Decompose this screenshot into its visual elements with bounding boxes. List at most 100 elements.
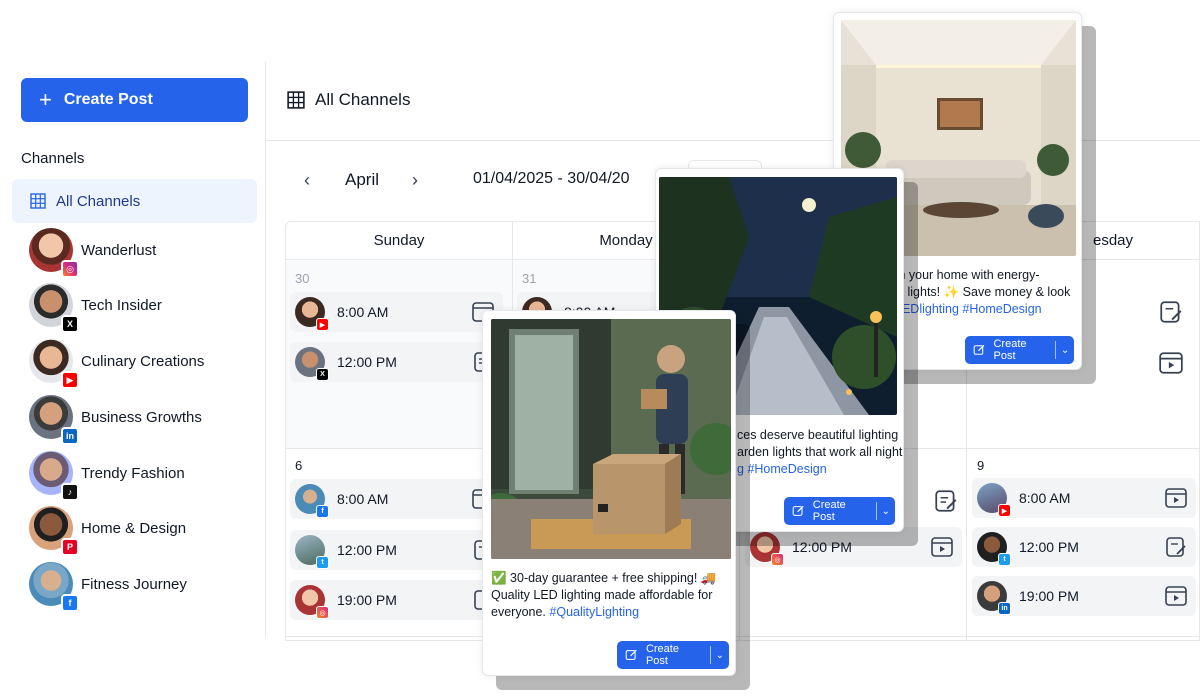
avatar: ◎ <box>29 228 79 278</box>
x-icon: X <box>61 315 79 333</box>
date-number: 31 <box>522 271 537 286</box>
caption-line: D lights! ✨ Save money & look <box>895 285 1071 299</box>
channels-heading: Channels <box>21 150 85 167</box>
scheduled-post[interactable]: t 12:00 PM <box>290 530 503 570</box>
chevron-down-icon[interactable]: ⌄ <box>877 506 895 517</box>
chevron-down-icon[interactable]: ⌄ <box>711 650 729 661</box>
caption-hashtags[interactable]: LEDlighting #HomeDesign <box>895 301 1081 318</box>
post-time: 8:00 AM <box>1019 490 1071 506</box>
avatar: in <box>977 581 1011 615</box>
avatar: t <box>977 532 1011 566</box>
caption-line: ✅ 30-day guarantee + free shipping! 🚚 <box>491 571 717 585</box>
avatar: ◎ <box>295 585 329 619</box>
create-post-label: Create Post <box>993 338 1027 362</box>
create-post-label: Create Post <box>645 643 679 667</box>
avatar: in <box>29 395 79 445</box>
sidebar-item-wanderlust[interactable]: ◎ Wanderlust <box>29 228 157 278</box>
scheduled-post[interactable]: ▶ 8:00 AM <box>290 292 503 332</box>
sidebar-item-all-channels[interactable]: All Channels <box>12 179 257 223</box>
caption-hashtag[interactable]: #HomeDesign <box>747 462 826 476</box>
day-header-sunday: Sunday <box>286 221 512 260</box>
chevron-down-icon[interactable]: ⌄ <box>1056 345 1074 356</box>
caption-hashtag-fragment[interactable]: g <box>737 462 744 476</box>
caption-line: m your home with energy- <box>895 268 1040 282</box>
edit-icon <box>625 649 637 660</box>
tiktok-icon: ♪ <box>61 483 79 501</box>
card-create-post-button[interactable]: Create Post ⌄ <box>965 336 1074 364</box>
scheduled-post[interactable]: t 12:00 PM <box>972 527 1196 567</box>
channel-name: Home & Design <box>81 519 187 537</box>
post-caption: ✅ 30-day guarantee + free shipping! 🚚 Qu… <box>491 570 731 621</box>
card-create-post-button[interactable]: Create Post ⌄ <box>617 641 729 669</box>
sidebar-item-trendy-fashion[interactable]: ♪ Trendy Fashion <box>29 451 185 501</box>
post-time: 12:00 PM <box>792 539 852 555</box>
grid-icon <box>30 193 46 209</box>
twitter-icon: t <box>316 556 329 569</box>
date-number: 9 <box>977 458 985 473</box>
page-title-label: All Channels <box>315 90 411 109</box>
channel-name: Fitness Journey <box>81 575 187 593</box>
post-time: 19:00 PM <box>337 592 397 608</box>
channel-name: Tech Insider <box>81 296 162 314</box>
video-icon <box>1165 586 1187 606</box>
linkedin-icon: in <box>998 602 1011 615</box>
sidebar-item-home-design[interactable]: P Home & Design <box>29 506 187 556</box>
youtube-icon: ▶ <box>316 318 329 331</box>
chevron-right-icon[interactable]: › <box>403 166 427 194</box>
scheduled-post[interactable]: ▶ 8:00 AM <box>972 478 1196 518</box>
post-time: 19:00 PM <box>1019 588 1079 604</box>
pinterest-icon: P <box>61 538 79 556</box>
month-navigation: ‹ April › <box>295 166 427 194</box>
scheduled-post[interactable]: f 8:00 AM <box>290 479 503 519</box>
scheduled-post[interactable]: in 19:00 PM <box>972 576 1196 616</box>
sidebar-item-business-growths[interactable]: in Business Growths <box>29 395 202 445</box>
scheduled-post[interactable]: ◎ 12:00 PM <box>745 527 962 567</box>
caption-line: everyone. <box>491 605 546 619</box>
edit-icon <box>792 505 804 516</box>
scheduled-post[interactable]: X 12:00 PM <box>290 342 503 382</box>
caption-line: arden lights that work all night. <box>737 445 904 459</box>
avatar: X <box>295 347 329 381</box>
month-label: April <box>345 170 380 189</box>
video-icon[interactable] <box>1158 350 1184 376</box>
avatar: ▶ <box>977 483 1011 517</box>
edit-icon <box>973 344 985 355</box>
edit-document-icon[interactable] <box>1158 299 1184 325</box>
avatar: t <box>295 535 329 569</box>
post-time: 8:00 AM <box>337 304 389 320</box>
avatar: ▶ <box>295 297 329 331</box>
edit-document-icon[interactable] <box>933 488 959 514</box>
channel-name: Culinary Creations <box>81 352 205 370</box>
post-time: 12:00 PM <box>337 542 397 558</box>
instagram-icon: ◎ <box>771 553 784 566</box>
sidebar-item-fitness-journey[interactable]: f Fitness Journey <box>29 562 187 612</box>
youtube-icon: ▶ <box>998 504 1011 517</box>
twitter-icon: t <box>998 553 1011 566</box>
channel-name: Trendy Fashion <box>81 464 185 482</box>
edit-document-icon <box>1166 537 1186 557</box>
youtube-icon: ▶ <box>61 371 79 389</box>
post-caption: m your home with energy- D lights! ✨ Sav… <box>895 267 1081 318</box>
avatar: ♪ <box>29 451 79 501</box>
create-post-button[interactable]: + Create Post <box>21 78 248 122</box>
caption-line: ces deserve beautiful lighting <box>737 428 899 442</box>
linkedin-icon: in <box>61 427 79 445</box>
grid-icon <box>287 91 305 109</box>
date-number: 30 <box>295 271 310 286</box>
video-icon <box>1165 488 1187 508</box>
chevron-left-icon[interactable]: ‹ <box>295 166 319 194</box>
sidebar-item-tech-insider[interactable]: X Tech Insider <box>29 283 162 333</box>
scheduled-post[interactable]: ◎ 19:00 PM <box>290 580 503 620</box>
sidebar-item-culinary-creations[interactable]: ▶ Culinary Creations <box>29 339 205 389</box>
all-channels-label: All Channels <box>56 192 141 210</box>
channel-name: Wanderlust <box>81 241 157 259</box>
post-time: 8:00 AM <box>337 491 389 507</box>
caption-hashtag[interactable]: #QualityLighting <box>549 605 639 619</box>
create-post-label: Create Post <box>812 499 846 523</box>
date-number: 6 <box>295 458 303 473</box>
post-caption: ces deserve beautiful lighting arden lig… <box>737 427 904 478</box>
card-create-post-button[interactable]: Create Post ⌄ <box>784 497 895 525</box>
plus-icon: + <box>39 87 52 112</box>
create-post-label: Create Post <box>63 91 153 108</box>
instagram-icon: ◎ <box>316 606 329 619</box>
